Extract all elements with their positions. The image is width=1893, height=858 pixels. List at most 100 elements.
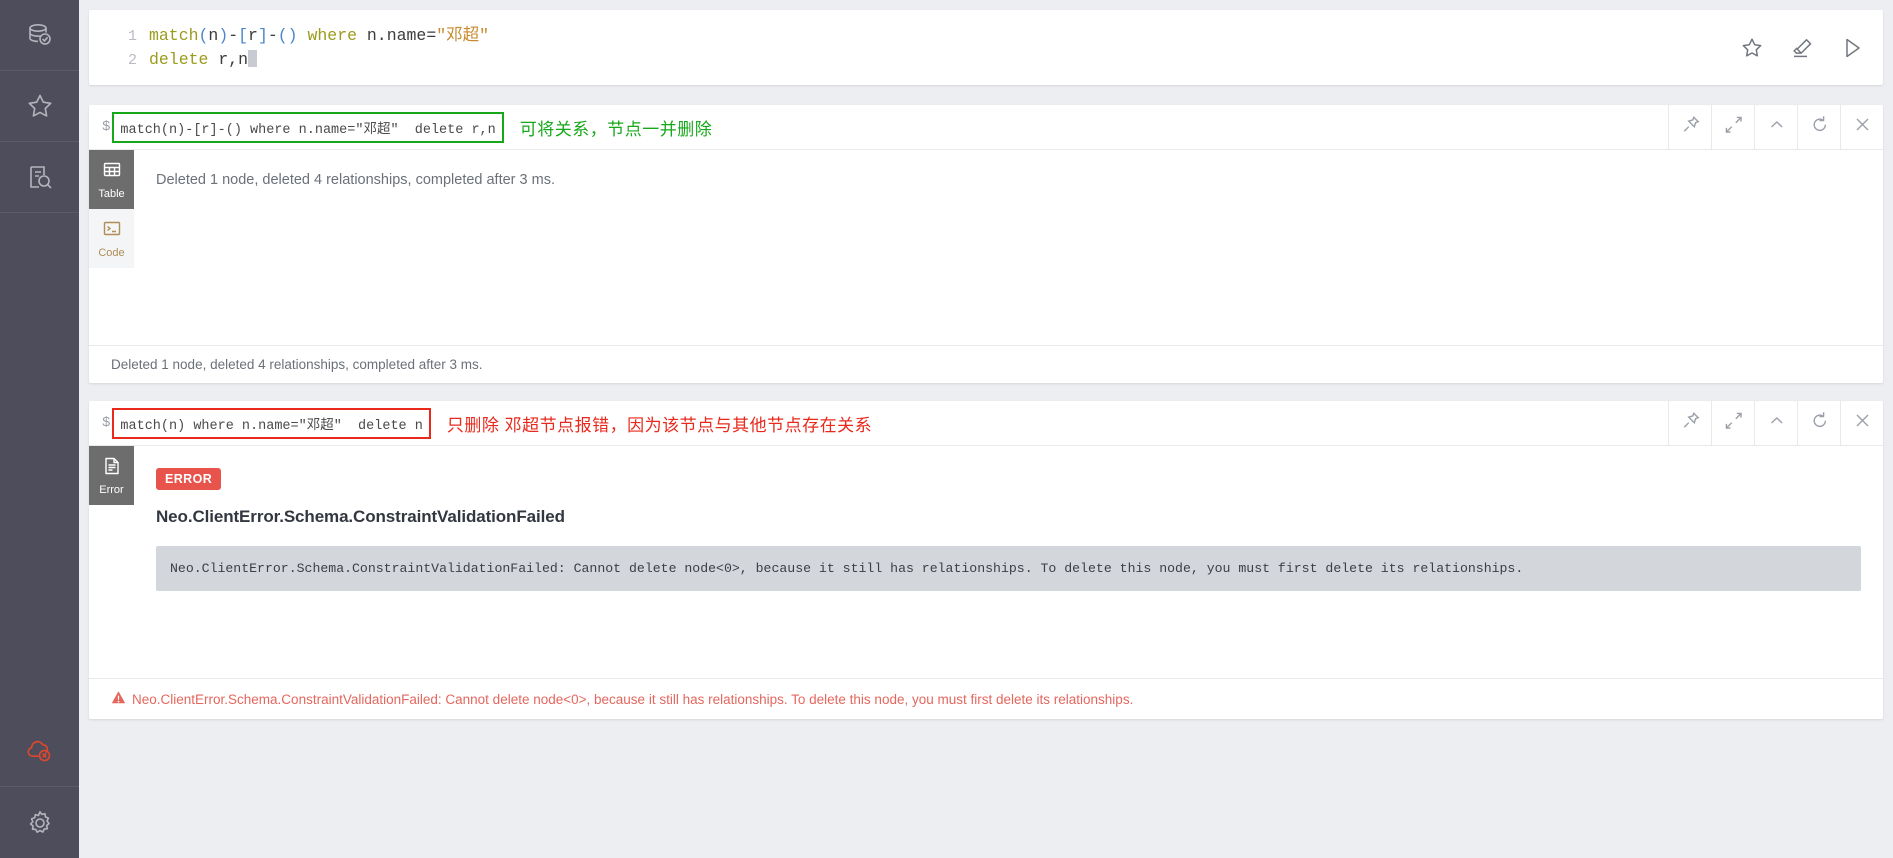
chevron-up-button[interactable] [1754, 401, 1797, 445]
code-token: r [248, 26, 258, 45]
error-message-body: Neo.ClientError.Schema.ConstraintValidat… [156, 546, 1861, 592]
frame-body: Table Code Deleted 1 node, deleted 4 relat… [89, 150, 1883, 345]
close-button[interactable] [1840, 401, 1883, 445]
result-message: Deleted 1 node, deleted 4 relationships,… [156, 172, 555, 188]
expand-button[interactable] [1711, 401, 1754, 445]
code-token: delete [149, 50, 209, 69]
sidebar-item-favorites[interactable] [0, 71, 79, 142]
code-token: ( [198, 26, 209, 45]
neo4j-browser-app: 1 match(n)-[r]-() where n.name="邓超" 2 delet… [0, 0, 1893, 858]
code-token: n.name [357, 26, 427, 45]
frame-content: ERROR Neo.ClientError.Schema.ConstraintVa… [134, 446, 1883, 678]
sidebar-bottom-group [0, 716, 79, 858]
frame-toolbar [1668, 105, 1883, 149]
pin-button[interactable] [1668, 105, 1711, 149]
refresh-button[interactable] [1797, 105, 1840, 149]
frames-list: $ match(n)-[r]-() where n.name="邓超" delet… [89, 105, 1883, 719]
result-frame: $ match(n) where n.name="邓超" delete n 只删除 … [89, 401, 1883, 719]
expand-icon [1723, 410, 1744, 436]
document-icon [101, 455, 122, 481]
tab-label: Table [98, 188, 125, 200]
status-bar-text: Neo.ClientError.Schema.ConstraintValidat… [132, 691, 1134, 707]
code-token: ) [218, 26, 229, 45]
code-token: match [149, 26, 199, 45]
frame-command-text[interactable]: match(n) where n.name="邓超" delete n [112, 407, 431, 439]
pin-button[interactable] [1668, 401, 1711, 445]
sidebar-item-guides[interactable] [0, 142, 79, 213]
frame-command-area: $ match(n)-[r]-() where n.name="邓超" delet… [89, 105, 1668, 149]
tab-label: Code [98, 247, 125, 259]
code-token: where [307, 26, 357, 45]
sidebar-item-settings[interactable] [0, 787, 79, 858]
pin-icon [1680, 410, 1701, 436]
sidebar-item-database-info[interactable] [0, 0, 79, 71]
close-button[interactable] [1840, 105, 1883, 149]
code-token: - [267, 26, 278, 45]
code-token: r,n [208, 50, 249, 69]
chevron-up-button[interactable] [1754, 105, 1797, 149]
frame-view-tabs: Table Code [89, 150, 134, 345]
cloud-disconnected-icon [25, 736, 55, 766]
close-icon [1852, 114, 1873, 140]
eraser-icon[interactable] [1789, 35, 1815, 61]
sidebar-item-browser-sync[interactable] [0, 716, 79, 787]
code-token: = [426, 26, 437, 45]
prompt-symbol: $ [102, 119, 111, 135]
close-icon [1852, 410, 1873, 436]
frame-command-text[interactable]: match(n)-[r]-() where n.name="邓超" delete… [112, 111, 504, 143]
expand-icon [1723, 114, 1744, 140]
editor-code-area[interactable]: 1 match(n)-[r]-() where n.name="邓超" 2 delet… [89, 10, 1735, 85]
tab-error[interactable]: Error [89, 446, 134, 505]
editor-line: 2 delete r,n [117, 48, 1725, 72]
star-icon [25, 91, 55, 121]
chevron-up-icon [1766, 114, 1787, 140]
frame-status-bar: Neo.ClientError.Schema.ConstraintValidat… [89, 678, 1883, 719]
frame-command-area: $ match(n) where n.name="邓超" delete n 只删除 … [89, 401, 1668, 445]
editor-line: 1 match(n)-[r]-() where n.name="邓超" [117, 24, 1725, 48]
warning-triangle-icon [111, 690, 126, 708]
expand-button[interactable] [1711, 105, 1754, 149]
code-token: [ [238, 26, 249, 45]
line-number: 1 [127, 28, 137, 45]
refresh-button[interactable] [1797, 401, 1840, 445]
code-token: () [277, 26, 298, 45]
tab-table[interactable]: Table [89, 150, 134, 209]
frame-content-inner: Deleted 1 node, deleted 4 relationships,… [134, 150, 1883, 345]
document-search-icon [25, 162, 55, 192]
code-token: "邓超" [436, 26, 490, 45]
chevron-up-icon [1766, 410, 1787, 436]
favorite-star-icon[interactable] [1739, 35, 1765, 61]
annotation-text: 可将关系，节点一并删除 [519, 119, 713, 139]
frame-view-tabs: Error [89, 446, 134, 678]
frame-status-bar: Deleted 1 node, deleted 4 relationships,… [89, 345, 1883, 383]
prompt-symbol: $ [102, 415, 111, 431]
tab-label: Error [99, 484, 124, 496]
annotation-text: 只删除 邓超节点报错，因为该节点与其他节点存在关系 [446, 415, 873, 435]
line-number: 2 [127, 52, 137, 69]
code-token: n [208, 26, 219, 45]
left-sidebar [0, 0, 79, 858]
text-cursor [248, 50, 258, 67]
status-bar-text: Deleted 1 node, deleted 4 relationships,… [111, 357, 483, 372]
run-play-icon[interactable] [1839, 35, 1865, 61]
sidebar-top-group [0, 0, 79, 213]
database-check-icon [25, 20, 55, 50]
code-token: ] [257, 26, 268, 45]
frame-header: $ match(n)-[r]-() where n.name="邓超" delet… [89, 105, 1883, 150]
pin-icon [1680, 114, 1701, 140]
frame-content: Deleted 1 node, deleted 4 relationships,… [134, 150, 1883, 345]
gear-icon [25, 808, 55, 838]
terminal-icon [101, 218, 122, 244]
frame-body: Error ERROR Neo.ClientError.Schema.Constra… [89, 446, 1883, 678]
main-content: 1 match(n)-[r]-() where n.name="邓超" 2 delet… [79, 0, 1893, 858]
code-token: - [228, 26, 239, 45]
error-title: Neo.ClientError.Schema.ConstraintValidat… [156, 507, 565, 526]
cypher-editor[interactable]: 1 match(n)-[r]-() where n.name="邓超" 2 delet… [89, 10, 1883, 85]
editor-toolbar [1735, 10, 1883, 85]
error-badge: ERROR [156, 468, 222, 490]
refresh-icon [1809, 114, 1830, 140]
frame-toolbar [1668, 401, 1883, 445]
tab-code[interactable]: Code [89, 209, 134, 268]
